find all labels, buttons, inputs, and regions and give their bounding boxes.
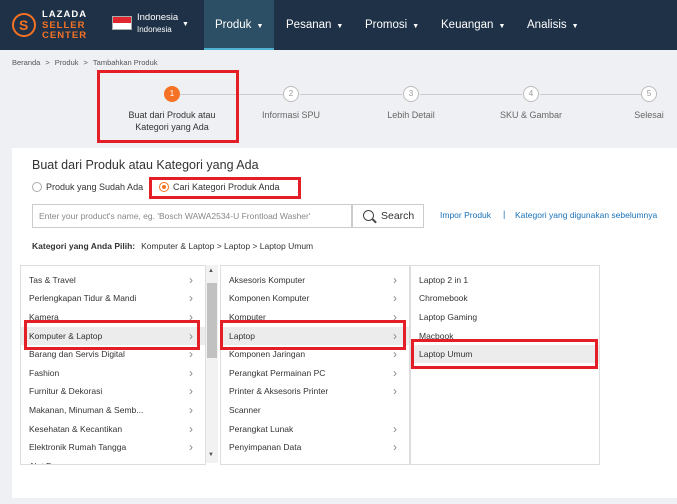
caret-down-icon: ▼ bbox=[412, 23, 420, 30]
category-item[interactable]: Printer & Aksesoris Printer › bbox=[221, 382, 409, 400]
breadcrumb-tambahkan-produk: Tambahkan Produk bbox=[92, 58, 158, 67]
card-title: Buat dari Produk atau Kategori yang Ada bbox=[32, 158, 259, 172]
radio-existing-product[interactable]: Produk yang Sudah Ada bbox=[32, 181, 143, 193]
caret-down-icon: ▼ bbox=[571, 23, 579, 30]
chevron-right-icon: › bbox=[393, 273, 397, 287]
caret-down-icon: ▼ bbox=[336, 23, 344, 30]
caret-down-icon: ▼ bbox=[182, 21, 189, 28]
category-item[interactable]: Laptop 2 in 1 bbox=[411, 271, 599, 289]
category-item[interactable]: Fashion › bbox=[21, 364, 205, 382]
scroll-up-icon: ▲ bbox=[208, 268, 214, 274]
chevron-right-icon: › bbox=[189, 384, 193, 398]
breadcrumb-beranda[interactable]: Beranda bbox=[12, 58, 40, 67]
lazada-seller-center-logo[interactable]: S LAZADA SELLER CENTER bbox=[10, 9, 100, 43]
step-2: 2 Informasi SPU bbox=[241, 86, 341, 121]
highlight-laptop-umum bbox=[411, 339, 598, 369]
category-item[interactable]: Furnitur & Dekorasi › bbox=[21, 382, 205, 400]
previously-used-categories-link[interactable]: Kategori yang digunakan sebelumnya bbox=[515, 210, 657, 220]
category-item[interactable]: Chromebook bbox=[411, 289, 599, 307]
product-search-input[interactable]: Enter your product's name, eg. 'Bosch WA… bbox=[32, 204, 352, 228]
category-item[interactable]: Perlengkapan Tidur & Mandi › bbox=[21, 289, 205, 307]
chevron-right-icon: › bbox=[393, 422, 397, 436]
nav-produk[interactable]: Produk ▼ bbox=[204, 0, 274, 50]
radio-icon bbox=[32, 181, 42, 192]
category-column-level-1: Tas & Travel › Perlengkapan Tidur & Mandi… bbox=[20, 265, 206, 465]
category-item[interactable]: Alat Dapur› bbox=[21, 457, 205, 464]
chevron-right-icon: › bbox=[189, 366, 193, 380]
chevron-right-icon: › bbox=[393, 440, 397, 454]
chevron-right-icon: › bbox=[393, 366, 397, 380]
country-selector[interactable]: Indonesia Indonesia ▼ bbox=[110, 12, 200, 38]
caret-down-icon: ▼ bbox=[498, 23, 506, 30]
category-item[interactable]: Aksesoris Komputer › bbox=[221, 271, 409, 289]
indonesia-flag-icon bbox=[112, 16, 132, 30]
category-column-level-2: Aksesoris Komputer › Komponen Komputer › K… bbox=[220, 265, 410, 465]
step-4: 4 SKU & Gambar bbox=[481, 86, 581, 121]
top-navbar: S LAZADA SELLER CENTER Indonesia Indones… bbox=[0, 0, 677, 50]
chevron-right-icon: › bbox=[189, 273, 193, 287]
category-item[interactable]: Makanan, Minuman & Semb... › bbox=[21, 401, 205, 419]
category-item[interactable]: Elektronik Rumah Tangga › bbox=[21, 438, 205, 456]
category-item[interactable]: Scanner bbox=[221, 401, 409, 419]
nav-analisis[interactable]: Analisis ▼ bbox=[527, 0, 579, 50]
search-button[interactable]: Search bbox=[352, 204, 424, 228]
category-scrollbar[interactable]: ▲ ▼ bbox=[206, 265, 218, 463]
import-product-link[interactable]: Impor Produk bbox=[440, 210, 491, 220]
highlight-laptop bbox=[220, 320, 406, 350]
step-5: 5 Selesai bbox=[621, 86, 677, 121]
chevron-right-icon: › bbox=[189, 403, 193, 417]
highlight-radio-category bbox=[149, 177, 301, 199]
search-icon bbox=[363, 210, 374, 221]
chevron-right-icon: › bbox=[189, 291, 193, 305]
category-item[interactable]: Laptop Gaming bbox=[411, 308, 599, 326]
nav-pesanan[interactable]: Pesanan ▼ bbox=[286, 0, 343, 50]
highlight-komputer-laptop bbox=[24, 320, 200, 350]
scroll-down-icon: ▼ bbox=[208, 452, 214, 458]
category-item[interactable]: Kesehatan & Kecantikan › bbox=[21, 420, 205, 438]
selected-category-path: Kategori yang Anda Pilih: Komputer & Lapt… bbox=[32, 241, 314, 251]
category-item[interactable]: Komponen Komputer › bbox=[221, 289, 409, 307]
step-3: 3 Lebih Detail bbox=[361, 86, 461, 121]
category-item[interactable]: Perangkat Lunak › bbox=[221, 420, 409, 438]
chevron-right-icon: › bbox=[393, 291, 397, 305]
chevron-right-icon: › bbox=[393, 384, 397, 398]
breadcrumb-produk[interactable]: Produk bbox=[55, 58, 79, 67]
logo-icon: S bbox=[12, 13, 36, 37]
caret-down-icon: ▼ bbox=[256, 23, 264, 30]
category-item[interactable]: Penyimpanan Data › bbox=[221, 438, 409, 456]
breadcrumb: Beranda > Produk > Tambahkan Produk bbox=[12, 58, 158, 67]
highlight-step-1 bbox=[97, 70, 239, 143]
chevron-right-icon: › bbox=[189, 440, 193, 454]
chevron-right-icon: › bbox=[189, 457, 193, 464]
nav-promosi[interactable]: Promosi ▼ bbox=[365, 0, 419, 50]
category-item[interactable]: Perangkat Permainan PC › bbox=[221, 364, 409, 382]
scroll-thumb[interactable] bbox=[207, 283, 217, 358]
category-item[interactable]: Tas & Travel › bbox=[21, 271, 205, 289]
chevron-right-icon: › bbox=[189, 422, 193, 436]
nav-keuangan[interactable]: Keuangan ▼ bbox=[441, 0, 505, 50]
